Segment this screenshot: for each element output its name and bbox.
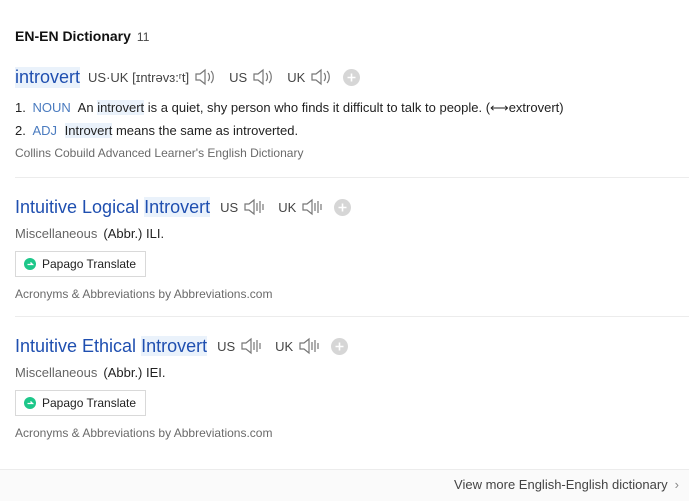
def-text: is a quiet, shy person who finds it diff… xyxy=(147,100,564,115)
speaker-icon[interactable] xyxy=(251,67,277,87)
footer: View more English-English dictionary › xyxy=(0,469,689,501)
entry-headline: Intuitive Logical Introvert US UK xyxy=(15,194,689,220)
divider xyxy=(15,316,689,317)
uk-label: UK xyxy=(287,69,306,85)
plus-icon[interactable] xyxy=(331,337,349,355)
speaker-icon[interactable] xyxy=(239,336,265,356)
view-more-label: View more English-English dictionary xyxy=(454,477,668,492)
section-title: EN-EN Dictionary 11 xyxy=(15,28,149,44)
part-of-speech: NOUN xyxy=(32,100,71,115)
source-label: Acronyms & Abbreviations by Abbreviation… xyxy=(15,426,273,440)
entry-word-link[interactable]: Intuitive Logical Introvert xyxy=(15,196,211,218)
view-more-link[interactable]: View more English-English dictionary › xyxy=(454,477,679,492)
result-count: 11 xyxy=(136,30,150,44)
section-title-text: EN-EN Dictionary xyxy=(15,28,131,44)
speaker-icon[interactable] xyxy=(309,67,335,87)
category-label: Miscellaneous xyxy=(15,226,98,241)
papago-label: Papago Translate xyxy=(42,396,137,410)
entry-ili: Intuitive Logical Introvert US UK Miscel… xyxy=(15,194,689,301)
category-label: Miscellaneous xyxy=(15,365,98,380)
papago-icon xyxy=(24,397,36,409)
divider xyxy=(15,177,689,178)
part-of-speech: ADJ xyxy=(32,123,58,138)
speaker-icon[interactable] xyxy=(193,67,219,87)
def-highlight: introvert xyxy=(97,100,145,115)
def-highlight: Introvert xyxy=(64,123,113,138)
uk-label: UK xyxy=(278,199,297,215)
entry-introvert: introvert US·UK [ɪntrəvɜ:ʳt] US UK 1. NO… xyxy=(15,64,689,160)
papago-translate-button[interactable]: Papago Translate xyxy=(15,390,147,416)
definition-row: 2. ADJ Introvert means the same as intro… xyxy=(15,119,689,142)
definition-row: 1. NOUN An introvert is a quiet, shy per… xyxy=(15,96,689,119)
misc-line: Miscellaneous (Abbr.) ILI. xyxy=(15,226,689,241)
entry-headline: Intuitive Ethical Introvert US UK xyxy=(15,333,689,359)
entry-word-text: Intuitive Ethical xyxy=(15,335,137,356)
entry-iei: Intuitive Ethical Introvert US UK Miscel… xyxy=(15,333,689,440)
plus-icon[interactable] xyxy=(334,198,352,216)
source-label: Collins Cobuild Advanced Learner's Engli… xyxy=(15,146,304,160)
papago-translate-button[interactable]: Papago Translate xyxy=(15,251,147,277)
chevron-right-icon: › xyxy=(674,477,679,492)
speaker-icon[interactable] xyxy=(242,197,268,217)
papago-icon xyxy=(24,258,36,270)
abbreviation: (Abbr.) IEI. xyxy=(103,365,166,380)
pronunciation: US·UK [ɪntrəvɜ:ʳt] xyxy=(88,69,190,85)
def-text: An xyxy=(77,100,94,115)
definitions: 1. NOUN An introvert is a quiet, shy per… xyxy=(15,96,689,142)
source-label: Acronyms & Abbreviations by Abbreviation… xyxy=(15,287,273,301)
entry-word-highlight: Introvert xyxy=(144,196,211,217)
def-number: 1. xyxy=(15,100,26,115)
plus-icon[interactable] xyxy=(343,68,361,86)
def-text: means the same as introverted. xyxy=(115,123,299,138)
speaker-icon[interactable] xyxy=(297,336,323,356)
papago-label: Papago Translate xyxy=(42,257,137,271)
entry-headline: introvert US·UK [ɪntrəvɜ:ʳt] US UK xyxy=(15,64,689,90)
entry-word-highlight: Introvert xyxy=(141,335,208,356)
entry-word-link[interactable]: introvert xyxy=(15,66,81,88)
def-number: 2. xyxy=(15,123,26,138)
uk-label: UK xyxy=(275,338,294,354)
entry-word-text: Intuitive Logical xyxy=(15,196,140,217)
us-label: US xyxy=(220,199,239,215)
us-label: US xyxy=(229,69,248,85)
entry-word-link[interactable]: Intuitive Ethical Introvert xyxy=(15,335,208,357)
speaker-icon[interactable] xyxy=(300,197,326,217)
misc-line: Miscellaneous (Abbr.) IEI. xyxy=(15,365,689,380)
abbreviation: (Abbr.) ILI. xyxy=(103,226,165,241)
us-label: US xyxy=(217,338,236,354)
